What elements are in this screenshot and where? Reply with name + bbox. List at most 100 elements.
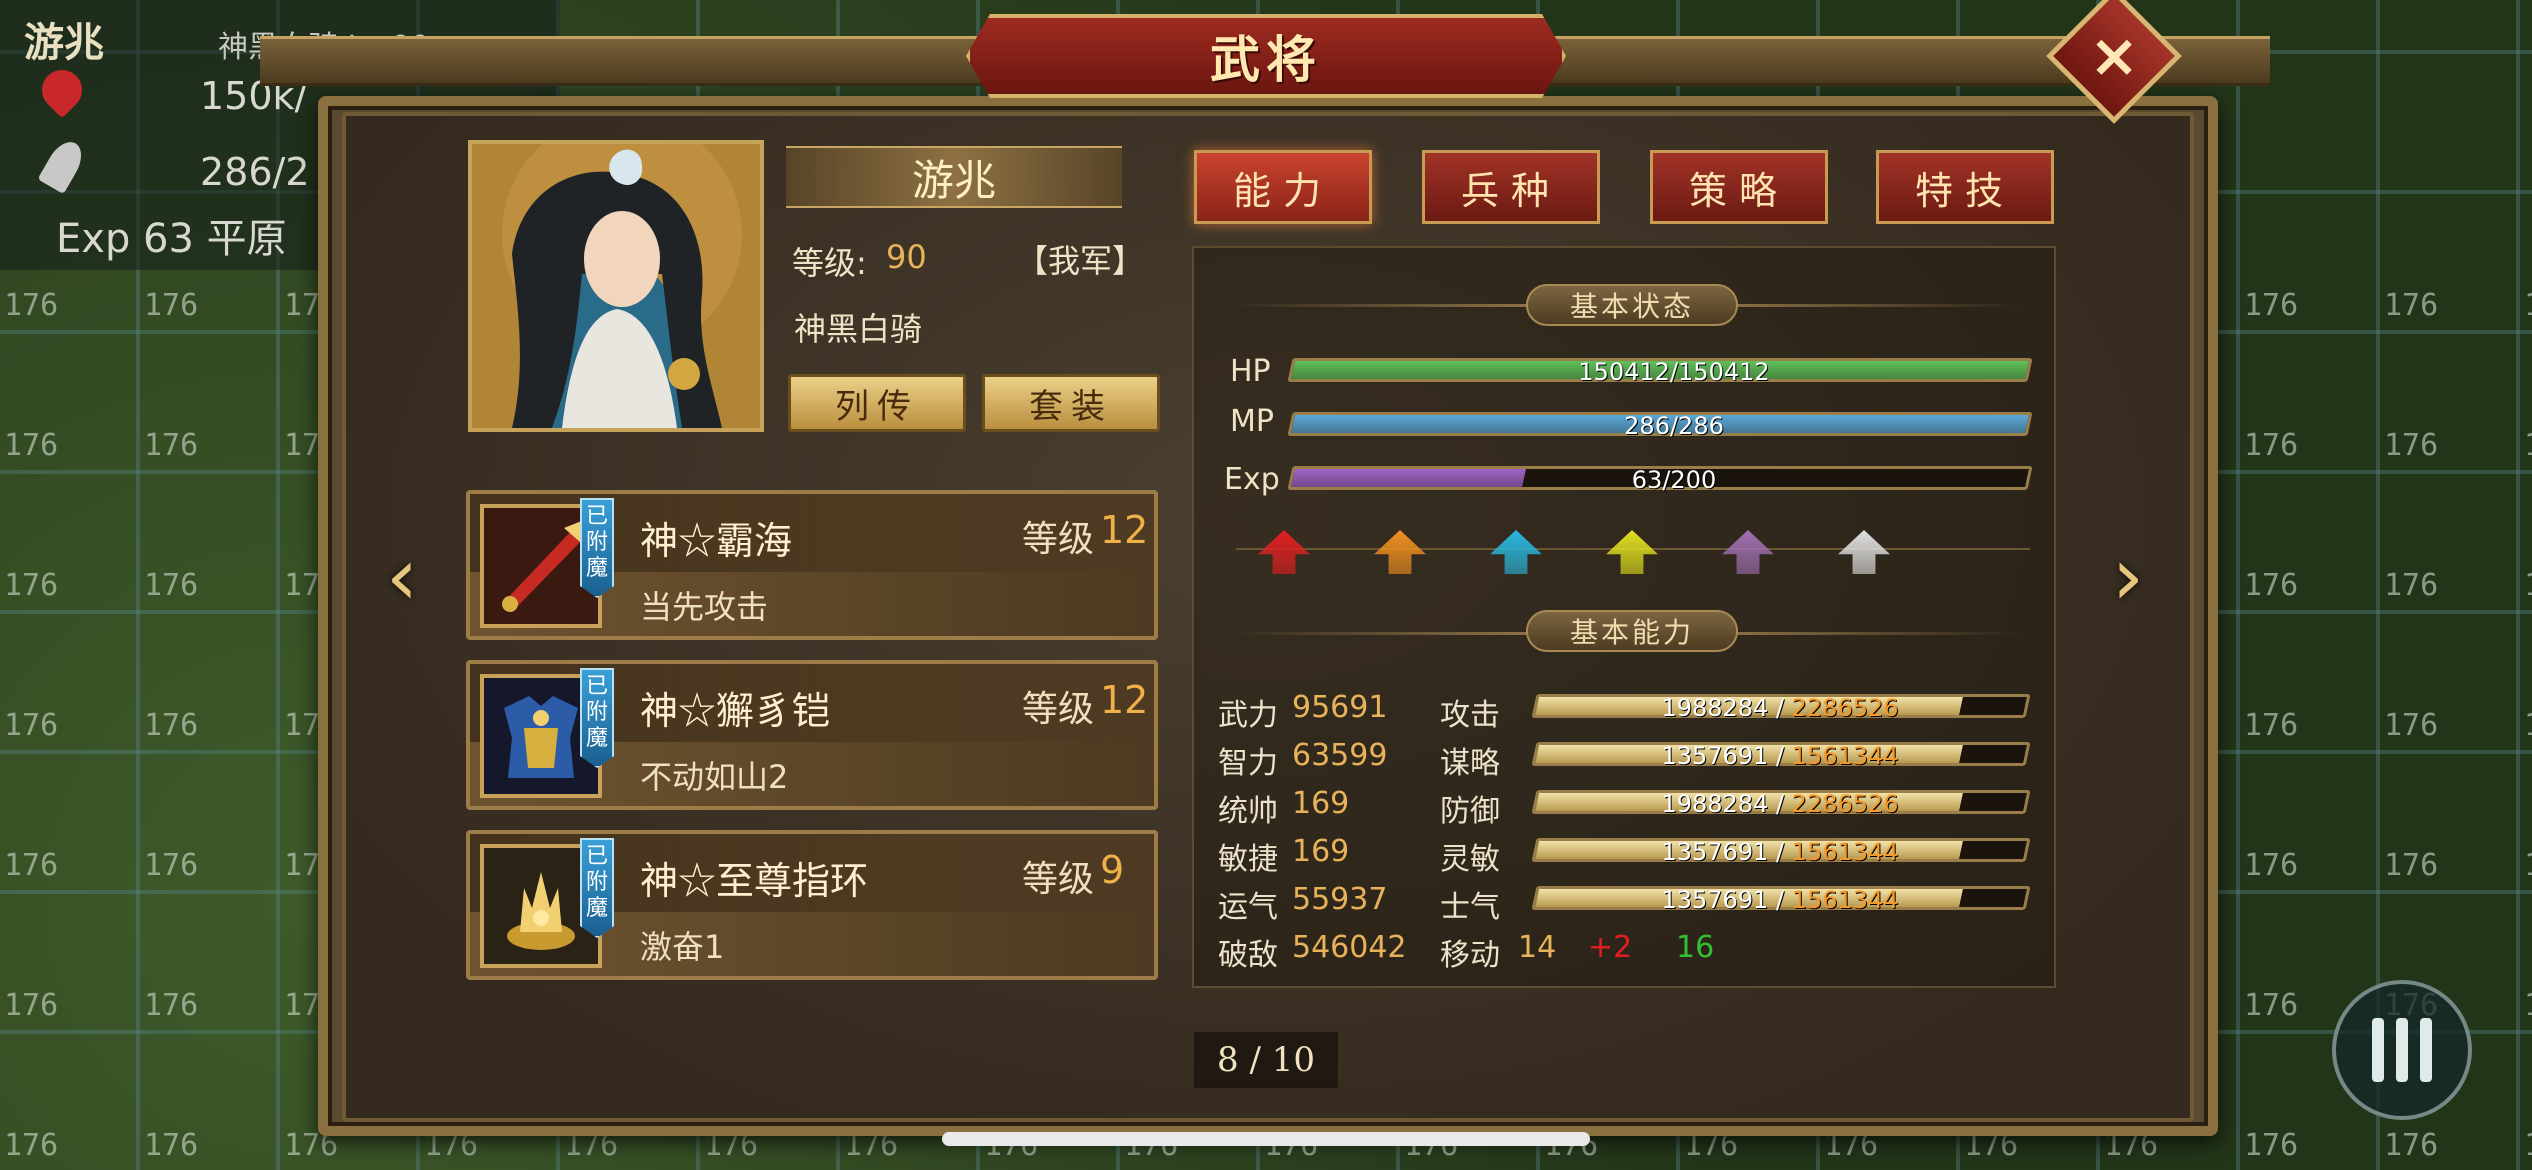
basic-ability-heading: 基本能力	[1526, 610, 1738, 652]
general-name: 游兆	[911, 155, 996, 205]
map-tile-label: 176	[2384, 288, 2439, 323]
attribute-label: 灵敏	[1440, 842, 1500, 877]
next-general-arrow-icon[interactable]: ›	[2100, 530, 2156, 623]
stat-value: 95691	[1292, 690, 1388, 725]
map-tile-label: 176	[4, 1128, 59, 1163]
menu-bar-icon	[2396, 1018, 2408, 1082]
map-tile-label: 176	[2524, 568, 2532, 603]
portrait-image	[472, 144, 760, 428]
equipment-slot-accessory[interactable]: 已附魔 神☆至尊指环 等级 9 激奋1	[466, 830, 1158, 980]
mp-label: MP	[1230, 404, 1274, 439]
stat-label: 武力	[1218, 698, 1278, 733]
attribute-current: 1357691	[1661, 838, 1769, 866]
map-tile-label: 176	[2384, 428, 2439, 463]
attribute-separator: /	[1768, 742, 1792, 770]
equipment-name: 神☆霸海	[640, 519, 793, 563]
stat-value: 169	[1292, 786, 1350, 821]
hp-label: HP	[1230, 354, 1271, 389]
enchanted-badge: 已附魔	[580, 498, 614, 598]
map-tile-label: 176	[4, 428, 59, 463]
general-name-plate: 游兆	[786, 146, 1122, 208]
equipment-level-label: 等级	[1022, 519, 1095, 560]
level-label: 等级:	[792, 244, 867, 282]
page-indicator: 8 / 10	[1194, 1032, 1338, 1088]
tab-special-skill[interactable]: 特技	[1876, 150, 2054, 224]
stat-label: 智力	[1218, 746, 1278, 781]
attribute-separator: /	[1768, 886, 1792, 914]
title-plate: 武将	[966, 14, 1566, 98]
equipment-level: 12	[1100, 508, 1149, 552]
map-tile-label: 176	[2524, 428, 2532, 463]
menu-button[interactable]	[2332, 980, 2472, 1120]
stat-label: 运气	[1218, 890, 1278, 925]
equipment-level: 9	[1100, 848, 1125, 892]
move-base: 14	[1518, 930, 1557, 965]
attribute-value: 1357691 / 1561344	[1661, 838, 1898, 866]
stat-label: 统帅	[1218, 794, 1278, 829]
map-tile-label: 176	[144, 428, 199, 463]
map-tile-label: 176	[2244, 428, 2299, 463]
stat-label: 敏捷	[1218, 842, 1278, 877]
attribute-max: 1561344	[1791, 838, 1899, 866]
mp-value: 286/286	[1624, 412, 1724, 440]
attribute-label: 谋略	[1440, 746, 1500, 781]
menu-bar-icon	[2372, 1018, 2384, 1082]
equipment-set-button[interactable]: 套装	[982, 374, 1160, 432]
tab-strategy[interactable]: 策略	[1650, 150, 1828, 224]
stat-label: 破敌	[1218, 938, 1278, 973]
biography-button[interactable]: 列传	[788, 374, 966, 432]
hud-unit-name: 游兆	[24, 20, 104, 66]
enchanted-badge: 已附魔	[580, 668, 614, 768]
attribute-current: 1357691	[1661, 742, 1769, 770]
tab-ability[interactable]: 能力	[1194, 150, 1372, 224]
map-tile-label: 176	[2524, 708, 2532, 743]
heart-icon	[33, 61, 91, 119]
move-label: 移动	[1440, 938, 1500, 973]
map-tile-label: 176	[144, 848, 199, 883]
feather-icon	[37, 135, 89, 195]
map-tile-label: 176	[2244, 988, 2299, 1023]
map-tile-label: 176	[2384, 848, 2439, 883]
map-tile-label: 176	[2524, 988, 2532, 1023]
map-tile-label: 176	[2244, 288, 2299, 323]
hud-mp-text: 286/2	[200, 150, 310, 194]
exp-value: 63/200	[1631, 466, 1717, 494]
hp-value: 150412/150412	[1578, 358, 1770, 386]
attribute-max: 1561344	[1791, 886, 1899, 914]
map-tile-label: 176	[4, 288, 59, 323]
equipment-skill: 不动如山2	[640, 758, 789, 796]
attribute-max: 2286526	[1791, 790, 1899, 818]
map-tile-label: 176	[4, 988, 59, 1023]
equipment-slot-weapon[interactable]: 已附魔 神☆霸海 等级 12 当先攻击	[466, 490, 1158, 640]
basic-status-heading: 基本状态	[1526, 284, 1738, 326]
exp-bar-fill	[1291, 469, 1527, 487]
tab-troop-type[interactable]: 兵种	[1422, 150, 1600, 224]
equipment-slot-armor[interactable]: 已附魔 神☆獬豸铠 等级 12 不动如山2	[466, 660, 1158, 810]
map-tile-label: 176	[2384, 1128, 2439, 1163]
previous-general-arrow-icon[interactable]: ‹	[374, 530, 430, 623]
map-tile-label: 176	[144, 708, 199, 743]
equipment-name: 神☆獬豸铠	[640, 689, 831, 733]
equipment-level: 12	[1100, 678, 1149, 722]
home-indicator[interactable]	[942, 1132, 1590, 1146]
map-tile-label: 176	[2524, 848, 2532, 883]
map-tile-label: 176	[2384, 568, 2439, 603]
attribute-value: 1988284 / 2286526	[1661, 790, 1898, 818]
move-bonus: +2	[1588, 930, 1633, 965]
map-tile-label: 176	[144, 568, 199, 603]
equipment-level-label: 等级	[1022, 689, 1095, 730]
equipment-skill: 激奋1	[640, 928, 725, 966]
map-tile-label: 176	[2244, 1128, 2299, 1163]
map-tile-label: 176	[2244, 848, 2299, 883]
attribute-separator: /	[1768, 790, 1792, 818]
map-tile-label: 176	[144, 1128, 199, 1163]
equipment-level-label: 等级	[1022, 859, 1095, 900]
panel-title: 武将	[1210, 30, 1322, 89]
attribute-separator: /	[1768, 694, 1792, 722]
stat-value: 63599	[1292, 738, 1388, 773]
unit-type: 神黑白骑	[794, 310, 923, 348]
attribute-current: 1988284	[1661, 790, 1769, 818]
attribute-label: 攻击	[1440, 698, 1500, 733]
faction-label: 【我军】	[1016, 242, 1145, 280]
map-tile-label: 176	[4, 568, 59, 603]
